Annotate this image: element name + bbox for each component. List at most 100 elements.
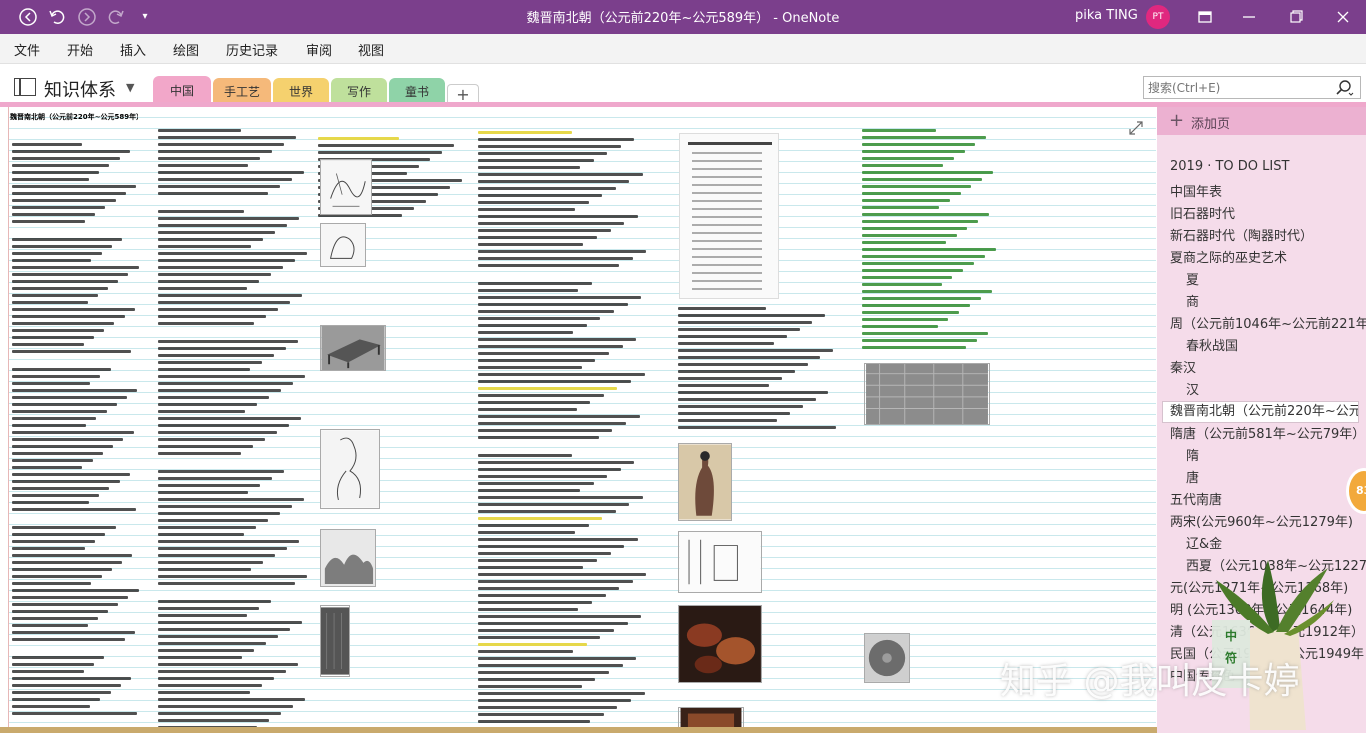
note-text-line [12,575,102,578]
note-text-line [478,482,594,485]
note-column-1[interactable] [12,143,140,719]
note-text-line [478,643,587,646]
fullscreen-icon[interactable] [1192,4,1218,30]
minimize-icon[interactable] [1236,4,1262,30]
note-text-line [12,568,112,571]
page-list-item[interactable]: 五代南唐 [1170,489,1366,511]
page-list-item[interactable]: 魏晋南北朝（公元前220年~公元 [1162,401,1359,423]
page-list-item[interactable]: 唐 [1186,467,1366,489]
note-column-6[interactable] [862,129,997,353]
bronze-mirror-photo[interactable] [864,633,910,683]
page-list-item[interactable]: 秦汉 [1170,357,1366,379]
page-list-item[interactable]: 两宋(公元960年~公元1279年) [1170,511,1366,533]
search-icon[interactable] [1334,78,1354,98]
note-text-line [158,470,284,473]
note-text-line [478,359,595,362]
page-list-item[interactable]: 汉 [1186,379,1366,401]
note-text-line [478,166,580,169]
painting-photo[interactable] [678,443,732,521]
menu-insert[interactable]: 插入 [120,40,146,59]
note-text-line [158,561,263,564]
note-text-line [12,596,128,599]
note-text-line [12,220,85,223]
note-text-line [158,452,241,455]
note-text-line [478,475,607,478]
utensils-diagram[interactable] [678,531,762,593]
note-text-line [478,496,643,499]
page-canvas[interactable]: 魏晋南北朝（公元前220年~公元589年） [0,107,1157,733]
page-title[interactable]: 魏晋南北朝（公元前220年~公元589年） [10,112,138,122]
note-text-line [12,508,136,511]
note-text-line [862,332,988,335]
notebook-icon[interactable] [14,78,36,96]
user-name[interactable]: pika TING [1075,8,1138,23]
scene-sketch-image[interactable] [320,529,376,587]
note-text-line [158,705,293,708]
note-text-line [862,276,952,279]
note-text-line [678,419,777,422]
note-text-line [158,445,253,448]
note-text-line [478,671,609,674]
menu-draw[interactable]: 绘图 [173,40,199,59]
chevron-down-icon[interactable]: ▼ [126,81,134,94]
menu-view[interactable]: 视图 [358,40,384,59]
menu-file[interactable]: 文件 [14,40,40,59]
note-text-line [478,573,646,576]
note-column-4[interactable] [478,131,648,733]
note-text-line [12,259,91,262]
stone-relief-photo[interactable] [864,363,990,425]
ribbon-menu: 文件 开始 插入 绘图 历史记录 审阅 视图 [0,34,1366,64]
note-text-line [318,137,399,140]
note-text-line [12,677,131,680]
page-list-item[interactable]: 旧石器时代 [1170,203,1366,225]
note-text-line [478,208,575,211]
page-list-item[interactable]: 辽&金 [1186,533,1366,555]
page-list-item[interactable]: 隋唐（公元前581年~公元79年） [1170,423,1366,445]
note-text-line [158,505,292,508]
note-text-line [478,401,590,404]
close-icon[interactable] [1330,4,1356,30]
note-text-line [12,656,104,659]
note-text-line [12,459,93,462]
add-page-button[interactable]: + 添加页 [1157,107,1366,135]
note-column-5[interactable] [678,307,838,433]
menu-review[interactable]: 审阅 [306,40,332,59]
note-text-line [12,684,121,687]
expand-icon[interactable] [1128,120,1144,136]
page-list-item[interactable]: 商 [1186,291,1366,313]
note-column-2[interactable] [158,129,308,733]
note-text-line [478,429,612,432]
figure-sketch-image-2[interactable] [320,223,366,267]
note-text-line [478,310,614,313]
note-text-line [12,294,98,297]
note-text-line [478,489,580,492]
page-list-item[interactable]: 春秋战国 [1186,335,1366,357]
note-text-line [12,273,128,276]
note-text-line [478,415,640,418]
note-text-line [478,138,634,141]
page-list-item[interactable]: 新石器时代（陶器时代） [1170,225,1366,247]
search-input[interactable] [1144,77,1324,99]
figure-drawing-image[interactable] [320,429,380,509]
note-text-line [12,698,100,701]
search-box[interactable] [1143,76,1361,99]
notebook-name[interactable]: 知识体系 [44,76,116,102]
note-text-line [158,424,289,427]
page-list-item[interactable]: 隋 [1186,445,1366,467]
page-list-item[interactable]: 夏商之际的巫史艺术 [1170,247,1366,269]
table-of-contents-image[interactable] [679,133,779,299]
page-list-item[interactable]: 2019 · TO DO LIST [1170,159,1366,181]
page-list-item[interactable]: 中国年表 [1170,181,1366,203]
page-list-item[interactable]: 夏 [1186,269,1366,291]
page-list-item[interactable]: 周（公元前1046年~公元前221年 [1170,313,1366,335]
note-text-line [158,600,271,603]
avatar[interactable]: PT [1146,5,1170,29]
menu-home[interactable]: 开始 [67,40,93,59]
note-text-line [12,315,125,318]
menu-history[interactable]: 历史记录 [226,40,278,59]
lacquerware-photo[interactable] [678,605,762,683]
restore-icon[interactable] [1283,4,1309,30]
scroll-photo[interactable] [320,605,350,677]
figure-sketch-image[interactable] [320,159,372,215]
furniture-photo[interactable] [320,325,386,371]
